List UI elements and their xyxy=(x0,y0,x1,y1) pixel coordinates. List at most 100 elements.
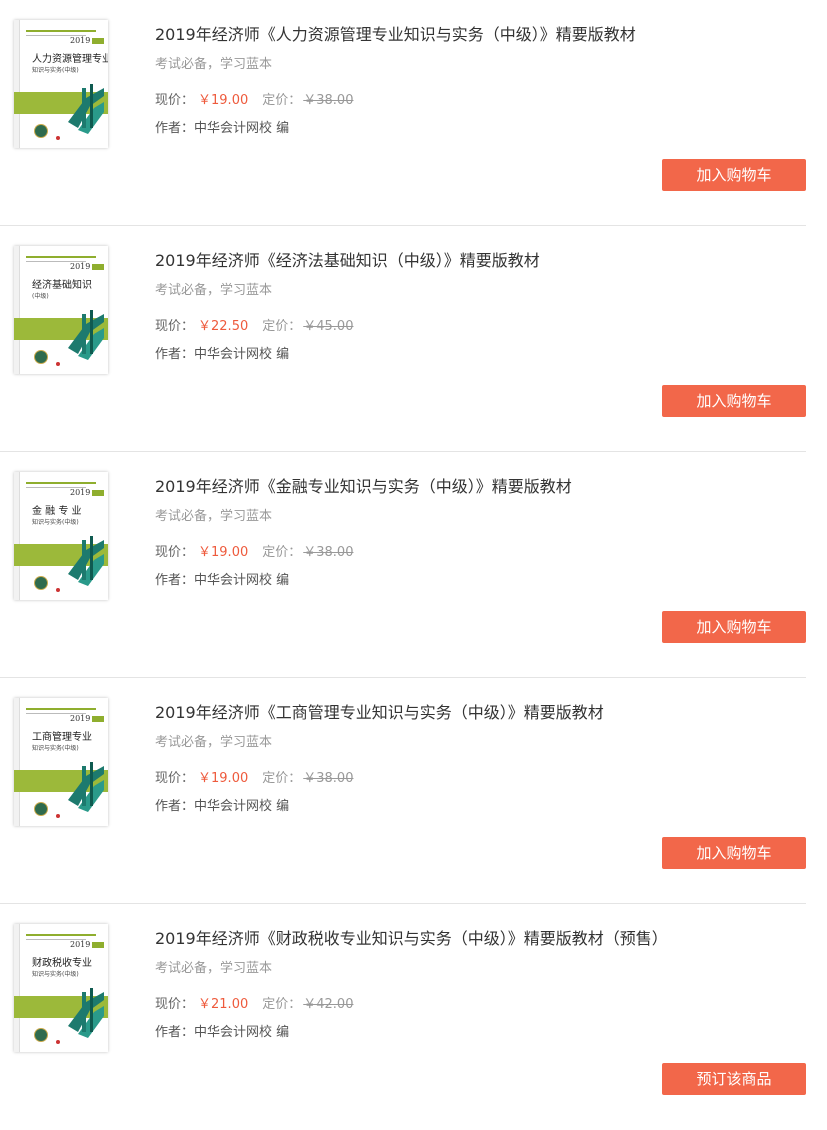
list-price: ￥45.00 xyxy=(303,319,354,334)
book-title[interactable]: 2019年经济师《经济法基础知识（中级）》精要版教材 xyxy=(155,247,540,271)
cover-title: 工商管理专业 xyxy=(32,732,92,743)
current-price: ￥22.50 xyxy=(198,319,249,334)
book-cover-image[interactable]: 2019 经济基础知识 (中级) xyxy=(14,246,108,374)
cover-stripe xyxy=(26,30,96,32)
cover-arrow-graphic xyxy=(68,988,104,1038)
cover-spine xyxy=(14,20,20,148)
book-list-item: 2019 经济基础知识 (中级) 2019年经济师《经济法基础知识（中级）》精要… xyxy=(0,226,806,452)
cover-tag xyxy=(92,490,104,496)
cover-subtitle: 知识与实务(中级) xyxy=(32,745,79,752)
cover-arrow-graphic xyxy=(68,84,104,134)
book-cover-image[interactable]: 2019 金 融 专 业 知识与实务(中级) xyxy=(14,472,108,600)
list-price-label: 定价： xyxy=(262,997,302,1012)
cover-tag xyxy=(92,942,104,948)
book-title[interactable]: 2019年经济师《金融专业知识与实务（中级）》精要版教材 xyxy=(155,473,572,497)
book-slogan: 考试必备，学习蓝本 xyxy=(155,283,273,298)
list-price-label: 定价： xyxy=(262,545,302,560)
cover-seal xyxy=(34,124,48,138)
cover-tag xyxy=(92,716,104,722)
add-to-cart-button[interactable]: 加入购物车 xyxy=(662,611,806,643)
book-cover-image[interactable]: 2019 人力资源管理专业 知识与实务(中级) xyxy=(14,20,108,148)
list-price: ￥38.00 xyxy=(303,93,354,108)
cover-year: 2019 xyxy=(70,36,91,45)
current-price: ￥21.00 xyxy=(198,997,249,1012)
book-slogan: 考试必备，学习蓝本 xyxy=(155,735,273,750)
publisher-logo xyxy=(56,362,60,366)
cover-stripe xyxy=(26,934,96,936)
book-author: 作者：中华会计网校 编 xyxy=(155,799,290,814)
cover-tag xyxy=(92,38,104,44)
cover-seal xyxy=(34,802,48,816)
book-author: 作者：中华会计网校 编 xyxy=(155,1025,290,1040)
publisher-logo xyxy=(56,814,60,818)
current-price: ￥19.00 xyxy=(198,771,249,786)
book-author: 作者：中华会计网校 编 xyxy=(155,573,290,588)
list-price: ￥38.00 xyxy=(303,545,354,560)
cover-arrow-graphic xyxy=(68,536,104,586)
cover-year: 2019 xyxy=(70,940,91,949)
scrollbar-track[interactable] xyxy=(812,0,827,1111)
price-row: 现价： ￥19.00 定价： ￥38.00 xyxy=(155,89,353,108)
cover-arrow-graphic xyxy=(68,762,104,812)
cover-stripe xyxy=(26,256,96,258)
publisher-logo xyxy=(56,588,60,592)
cover-arrow-graphic xyxy=(68,310,104,360)
cover-stripe xyxy=(26,708,96,710)
price-row: 现价： ￥21.00 定价： ￥42.00 xyxy=(155,993,353,1012)
add-to-cart-button[interactable]: 加入购物车 xyxy=(662,837,806,869)
cover-spine xyxy=(14,472,20,600)
cover-stripe xyxy=(26,482,96,484)
current-price-label: 现价： xyxy=(155,319,195,334)
price-row: 现价： ￥19.00 定价： ￥38.00 xyxy=(155,541,353,560)
publisher-logo xyxy=(56,136,60,140)
add-to-cart-button[interactable]: 加入购物车 xyxy=(662,159,806,191)
add-to-cart-button[interactable]: 加入购物车 xyxy=(662,385,806,417)
book-slogan: 考试必备，学习蓝本 xyxy=(155,961,273,976)
cover-seal xyxy=(34,1028,48,1042)
book-author: 作者：中华会计网校 编 xyxy=(155,347,290,362)
current-price-label: 现价： xyxy=(155,93,195,108)
current-price-label: 现价： xyxy=(155,545,195,560)
book-slogan: 考试必备，学习蓝本 xyxy=(155,509,273,524)
book-author: 作者：中华会计网校 编 xyxy=(155,121,290,136)
cover-title: 财政税收专业 xyxy=(32,958,92,969)
book-list: 2019 人力资源管理专业 知识与实务(中级) 2019年经济师《人力资源管理专… xyxy=(0,0,806,1130)
cover-subtitle: 知识与实务(中级) xyxy=(32,971,79,978)
cover-subtitle: 知识与实务(中级) xyxy=(32,67,79,74)
cover-spine xyxy=(14,924,20,1052)
book-title[interactable]: 2019年经济师《财政税收专业知识与实务（中级）》精要版教材（预售） xyxy=(155,925,668,949)
price-row: 现价： ￥22.50 定价： ￥45.00 xyxy=(155,315,353,334)
book-list-item: 2019 人力资源管理专业 知识与实务(中级) 2019年经济师《人力资源管理专… xyxy=(0,0,806,226)
list-price-label: 定价： xyxy=(262,319,302,334)
list-price: ￥38.00 xyxy=(303,771,354,786)
cover-subtitle: 知识与实务(中级) xyxy=(32,519,79,526)
current-price: ￥19.00 xyxy=(198,93,249,108)
cover-title: 人力资源管理专业 xyxy=(32,54,108,65)
current-price: ￥19.00 xyxy=(198,545,249,560)
list-price-label: 定价： xyxy=(262,93,302,108)
book-list-item: 2019 工商管理专业 知识与实务(中级) 2019年经济师《工商管理专业知识与… xyxy=(0,678,806,904)
book-slogan: 考试必备，学习蓝本 xyxy=(155,57,273,72)
cover-year: 2019 xyxy=(70,488,91,497)
book-cover-image[interactable]: 2019 工商管理专业 知识与实务(中级) xyxy=(14,698,108,826)
current-price-label: 现价： xyxy=(155,771,195,786)
book-title[interactable]: 2019年经济师《工商管理专业知识与实务（中级）》精要版教材 xyxy=(155,699,604,723)
preorder-button[interactable]: 预订该商品 xyxy=(662,1063,806,1095)
current-price-label: 现价： xyxy=(155,997,195,1012)
cover-subtitle: (中级) xyxy=(32,293,49,300)
cover-tag xyxy=(92,264,104,270)
cover-seal xyxy=(34,576,48,590)
cover-title: 经济基础知识 xyxy=(32,280,92,291)
book-list-item: 2019 财政税收专业 知识与实务(中级) 2019年经济师《财政税收专业知识与… xyxy=(0,904,806,1130)
cover-spine xyxy=(14,246,20,374)
cover-seal xyxy=(34,350,48,364)
publisher-logo xyxy=(56,1040,60,1044)
cover-title: 金 融 专 业 xyxy=(32,506,82,517)
list-price-label: 定价： xyxy=(262,771,302,786)
book-title[interactable]: 2019年经济师《人力资源管理专业知识与实务（中级）》精要版教材 xyxy=(155,21,636,45)
cover-spine xyxy=(14,698,20,826)
book-list-item: 2019 金 融 专 业 知识与实务(中级) 2019年经济师《金融专业知识与实… xyxy=(0,452,806,678)
book-cover-image[interactable]: 2019 财政税收专业 知识与实务(中级) xyxy=(14,924,108,1052)
price-row: 现价： ￥19.00 定价： ￥38.00 xyxy=(155,767,353,786)
cover-year: 2019 xyxy=(70,262,91,271)
